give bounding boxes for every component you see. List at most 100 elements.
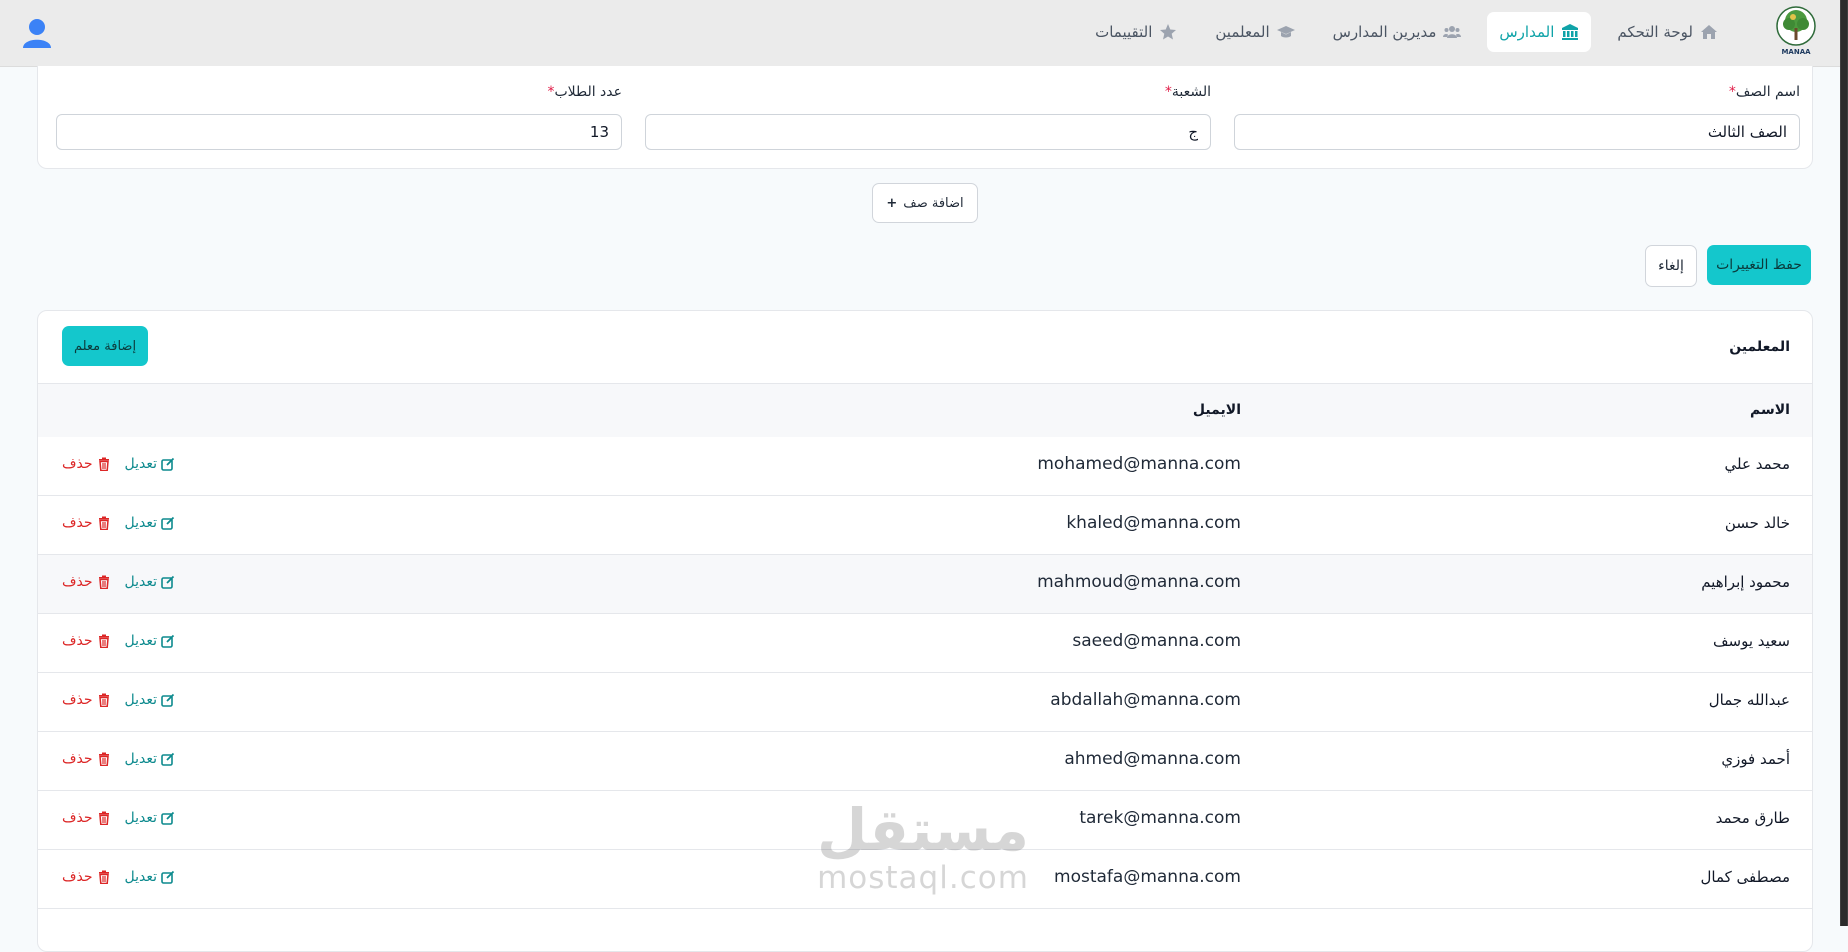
row-actions: تعديل حذف (62, 456, 175, 472)
edit-icon (161, 516, 175, 530)
section-input[interactable] (645, 114, 1211, 150)
edit-label: تعديل (124, 574, 158, 590)
edit-icon (161, 634, 175, 648)
teacher-email: saeed@manna.com (1072, 631, 1241, 651)
delete-label: حذف (62, 633, 93, 649)
row-actions: تعديل حذف (62, 869, 175, 885)
graduation-cap-icon (1276, 26, 1295, 38)
edit-button[interactable]: تعديل (125, 751, 176, 767)
add-row-button[interactable]: اضافة صف + (872, 183, 978, 223)
column-name-header: الاسم (1750, 402, 1790, 418)
delete-button[interactable]: حذف (62, 633, 111, 649)
table-row: خالد حسن khaled@manna.com تعديل حذف (38, 496, 1812, 555)
table-header: الاسم الايميل (38, 383, 1812, 439)
edit-label: تعديل (124, 810, 158, 826)
trash-icon (98, 870, 109, 884)
edit-icon (161, 693, 175, 707)
edit-button[interactable]: تعديل (125, 692, 176, 708)
trash-icon (98, 634, 109, 648)
row-actions: تعديل حذف (62, 515, 175, 531)
school-icon (1562, 24, 1579, 40)
edit-label: تعديل (124, 692, 158, 708)
delete-label: حذف (62, 692, 93, 708)
edit-icon (161, 752, 175, 766)
watermark: مستقل mostaql.com (808, 800, 1038, 896)
trash-icon (98, 752, 109, 766)
teachers-title: المعلمين (1729, 339, 1790, 355)
trash-icon (98, 457, 109, 471)
nav-evaluations[interactable]: التقييمات (1083, 12, 1189, 52)
nav-evaluations-label: التقييمات (1095, 23, 1153, 41)
edit-button[interactable]: تعديل (125, 810, 176, 826)
nav-teachers[interactable]: المعلمين (1203, 12, 1306, 52)
delete-button[interactable]: حذف (62, 456, 111, 472)
table-row: محمد علي mohamed@manna.com تعديل حذف (38, 437, 1812, 496)
nav-dashboard[interactable]: لوحة التحكم (1605, 12, 1730, 52)
students-count-input[interactable] (56, 114, 622, 150)
nav-schools[interactable]: المدارس (1487, 12, 1592, 52)
delete-label: حذف (62, 869, 93, 885)
delete-label: حذف (62, 810, 93, 826)
teacher-email: tarek@manna.com (1079, 808, 1241, 828)
delete-button[interactable]: حذف (62, 869, 111, 885)
delete-button[interactable]: حذف (62, 574, 111, 590)
teacher-name: أحمد فوزي (1721, 750, 1790, 768)
row-actions: تعديل حذف (62, 574, 175, 590)
teacher-name: مصطفى كمال (1700, 868, 1791, 886)
class-name-label: اسم الصف* (1728, 84, 1800, 100)
add-row-label: اضافة صف (903, 195, 964, 211)
row-actions: تعديل حذف (62, 633, 175, 649)
column-email-header: الايميل (1192, 402, 1241, 418)
delete-label: حذف (62, 574, 93, 590)
edit-icon (161, 575, 175, 589)
teacher-name: محمد علي (1724, 455, 1790, 473)
trash-icon (98, 575, 109, 589)
class-name-input[interactable] (1234, 114, 1800, 150)
required-mark: * (1728, 84, 1736, 100)
edit-button[interactable]: تعديل (125, 515, 176, 531)
delete-button[interactable]: حذف (62, 751, 111, 767)
nav-teachers-label: المعلمين (1215, 23, 1270, 41)
manaa-logo[interactable]: MANAA (1774, 6, 1818, 60)
users-icon (1443, 26, 1462, 38)
class-form-card: اسم الصف* الشعبة* عدد الطلاب* (37, 66, 1813, 169)
edit-icon (161, 457, 175, 471)
teacher-email: mostafa@manna.com (1054, 867, 1241, 887)
teacher-name: عبدالله جمال (1708, 691, 1790, 709)
teacher-name: خالد حسن (1724, 514, 1790, 532)
table-row: سعيد يوسف saeed@manna.com تعديل حذف (38, 614, 1812, 673)
edit-label: تعديل (124, 456, 158, 472)
delete-label: حذف (62, 515, 93, 531)
home-icon (1701, 25, 1717, 39)
add-teacher-button[interactable]: إضافة معلم (62, 326, 148, 366)
edit-button[interactable]: تعديل (125, 633, 176, 649)
delete-button[interactable]: حذف (62, 810, 111, 826)
delete-button[interactable]: حذف (62, 515, 111, 531)
edit-button[interactable]: تعديل (125, 574, 176, 590)
tree-logo-icon (1776, 6, 1816, 46)
trash-icon (98, 693, 109, 707)
edit-button[interactable]: تعديل (125, 869, 176, 885)
star-icon (1160, 24, 1177, 40)
teacher-name: محمود إبراهيم (1701, 573, 1790, 591)
main-nav: لوحة التحكم المدارس مديرين المدارس المعل… (1083, 12, 1730, 52)
teacher-email: mohamed@manna.com (1037, 454, 1241, 474)
user-avatar-icon[interactable] (22, 17, 52, 49)
watermark-latin: mostaql.com (817, 860, 1029, 896)
teacher-email: abdallah@manna.com (1050, 690, 1241, 710)
teacher-name: طارق محمد (1715, 809, 1790, 827)
teacher-email: mahmoud@manna.com (1037, 572, 1241, 592)
required-mark: * (1164, 84, 1172, 100)
edit-button[interactable]: تعديل (125, 456, 176, 472)
table-row: محمود إبراهيم mahmoud@manna.com تعديل حذف (38, 555, 1812, 614)
edit-icon (161, 811, 175, 825)
trash-icon (98, 811, 109, 825)
window-scrollbar[interactable] (1840, 0, 1848, 926)
teacher-email: khaled@manna.com (1066, 513, 1241, 533)
save-changes-button[interactable]: حفظ التغييرات (1707, 245, 1811, 285)
edit-label: تعديل (124, 869, 158, 885)
nav-school-managers[interactable]: مديرين المدارس (1321, 12, 1474, 52)
row-actions: تعديل حذف (62, 751, 175, 767)
delete-button[interactable]: حذف (62, 692, 111, 708)
cancel-button[interactable]: إلغاء (1645, 245, 1697, 287)
